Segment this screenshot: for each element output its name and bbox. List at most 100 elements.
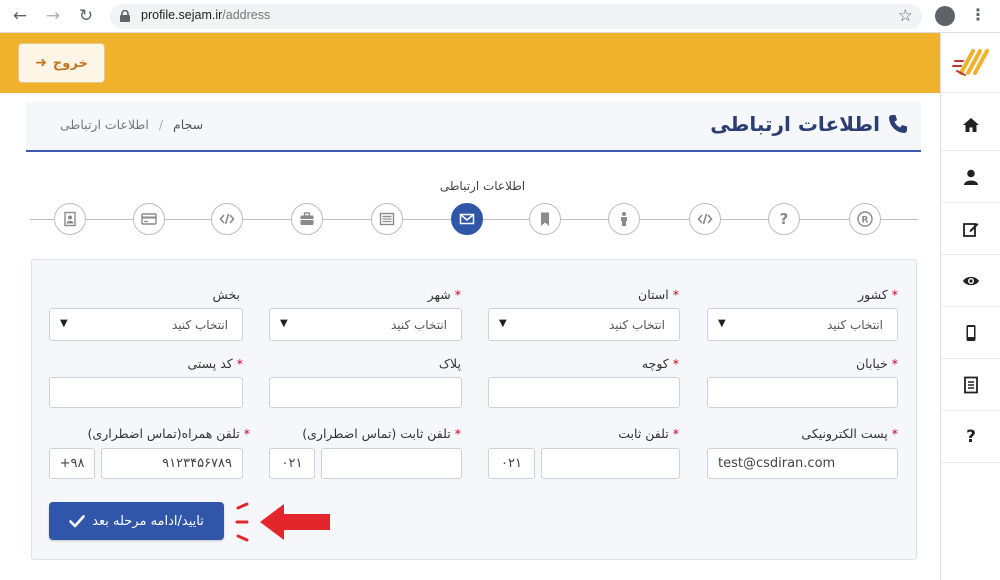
page-title: اطلاعات ارتباطی [710,112,909,136]
required-asterisk: * [236,356,243,371]
caret-down-icon: ▼ [60,318,68,329]
required-asterisk: * [891,426,898,441]
question-icon: ? [779,210,789,228]
required-asterisk: * [672,287,679,302]
province-select[interactable]: انتخاب کنید ▼ [488,308,680,341]
street-label: *خیابان [855,356,898,371]
phone-label: *تلفن ثابت [618,426,679,441]
account-icon[interactable] [935,6,955,26]
emergency-mobile-input[interactable]: ۹۱۲۳۴۵۶۷۸۹ [101,448,243,479]
street-input[interactable] [707,377,898,408]
step-question[interactable]: ? [768,203,800,235]
step-newspaper[interactable] [371,203,403,235]
postal-code-input[interactable] [49,377,243,408]
postal-code-label: *کد پستی [187,356,243,371]
user-icon [964,169,978,185]
email-input[interactable]: test@csdiran.com [707,448,898,479]
district-label: بخش [212,287,240,302]
alley-input[interactable] [488,377,680,408]
required-asterisk: * [891,356,898,371]
home-icon [963,117,979,132]
plaque-input[interactable] [269,377,462,408]
back-arrow-icon[interactable]: ← [9,5,31,27]
sidebar-item-help[interactable]: ? [941,411,1000,463]
sidebar: ? [940,33,1000,580]
city-select[interactable]: انتخاب کنید ▼ [269,308,462,341]
top-header: خروج ➜ [0,33,940,93]
bookmark-star-icon[interactable]: ☆ [898,6,913,26]
sidebar-item-document[interactable] [941,359,1000,411]
svg-text:R: R [862,216,869,226]
logout-label: خروج [52,55,88,71]
annotation-arrow-icon [235,502,330,542]
sejam-logo [941,33,1000,93]
bookmark-icon [541,212,549,226]
country-label: *کشور [858,287,898,302]
required-asterisk: * [454,287,461,302]
province-label: *استان [638,287,679,302]
step-briefcase[interactable] [291,203,323,235]
reload-icon[interactable]: ↻ [75,5,97,27]
city-label: *شهر [427,287,461,302]
step-bookmark[interactable] [529,203,561,235]
check-icon [69,515,85,528]
lock-icon [120,10,130,22]
sidebar-item-mobile[interactable] [941,307,1000,359]
step-id-card[interactable] [54,203,86,235]
step-credit-card[interactable] [133,203,165,235]
mobile-country-code: +۹۸ [49,448,95,479]
step-code-2[interactable] [211,203,243,235]
address-bar[interactable]: profile.sejam.ir/address ☆ [110,4,922,29]
caret-down-icon: ▼ [499,318,507,329]
browser-toolbar: ← → ↻ profile.sejam.ir/address ☆ ⋮ [0,0,1000,33]
phone-icon [889,115,907,133]
sidebar-item-edit[interactable] [941,203,1000,255]
step-contact-active[interactable] [451,203,483,235]
breadcrumb-separator: / [158,117,164,132]
emergency-phone-prefix: ۰۲۱ [269,448,315,479]
registered-icon: R [857,211,873,227]
sidebar-item-user[interactable] [941,151,1000,203]
credit-card-icon [141,213,157,225]
person-icon [621,212,627,226]
sign-out-icon: ➜ [35,55,47,71]
eye-icon [963,276,979,285]
phone-prefix: ۰۲۱ [488,448,535,479]
emergency-phone-input[interactable] [321,448,462,479]
required-asterisk: * [672,426,679,441]
edit-icon [963,222,979,237]
district-select[interactable]: انتخاب کنید ▼ [49,308,243,341]
newspaper-icon [379,212,395,226]
browser-menu-icon[interactable]: ⋮ [970,5,986,24]
mobile-icon [966,324,976,341]
emergency-phone-label: *تلفن ثابت (تماس اضطراری) [302,426,461,441]
step-person[interactable] [608,203,640,235]
phone-input[interactable] [541,448,680,479]
sidebar-item-home[interactable] [941,99,1000,151]
caret-down-icon: ▼ [718,318,726,329]
email-label: *پست الکترونیکی [801,426,898,441]
breadcrumb-home[interactable]: سجام [173,117,203,132]
sidebar-item-view[interactable] [941,255,1000,307]
document-icon [964,376,978,393]
briefcase-icon [300,212,314,225]
caret-down-icon: ▼ [280,318,288,329]
forward-arrow-icon[interactable]: → [42,5,64,27]
step-registered[interactable]: R [849,203,881,235]
code-icon [219,213,235,225]
envelope-icon [459,213,475,225]
alley-label: *کوچه [641,356,679,371]
id-card-icon [64,211,76,227]
submit-next-button[interactable]: تایید/ادامه مرحله بعد [49,502,224,540]
breadcrumb: سجام / اطلاعات ارتباطی [60,117,203,132]
country-select[interactable]: انتخاب کنید ▼ [707,308,898,341]
submit-label: تایید/ادامه مرحله بعد [92,513,204,529]
required-asterisk: * [672,356,679,371]
url-text: profile.sejam.ir/address [141,8,271,22]
breadcrumb-current: اطلاعات ارتباطی [60,117,149,132]
required-asterisk: * [243,426,250,441]
required-asterisk: * [891,287,898,302]
logout-button[interactable]: خروج ➜ [18,43,105,83]
step-code-1[interactable] [689,203,721,235]
code-icon [697,213,713,225]
